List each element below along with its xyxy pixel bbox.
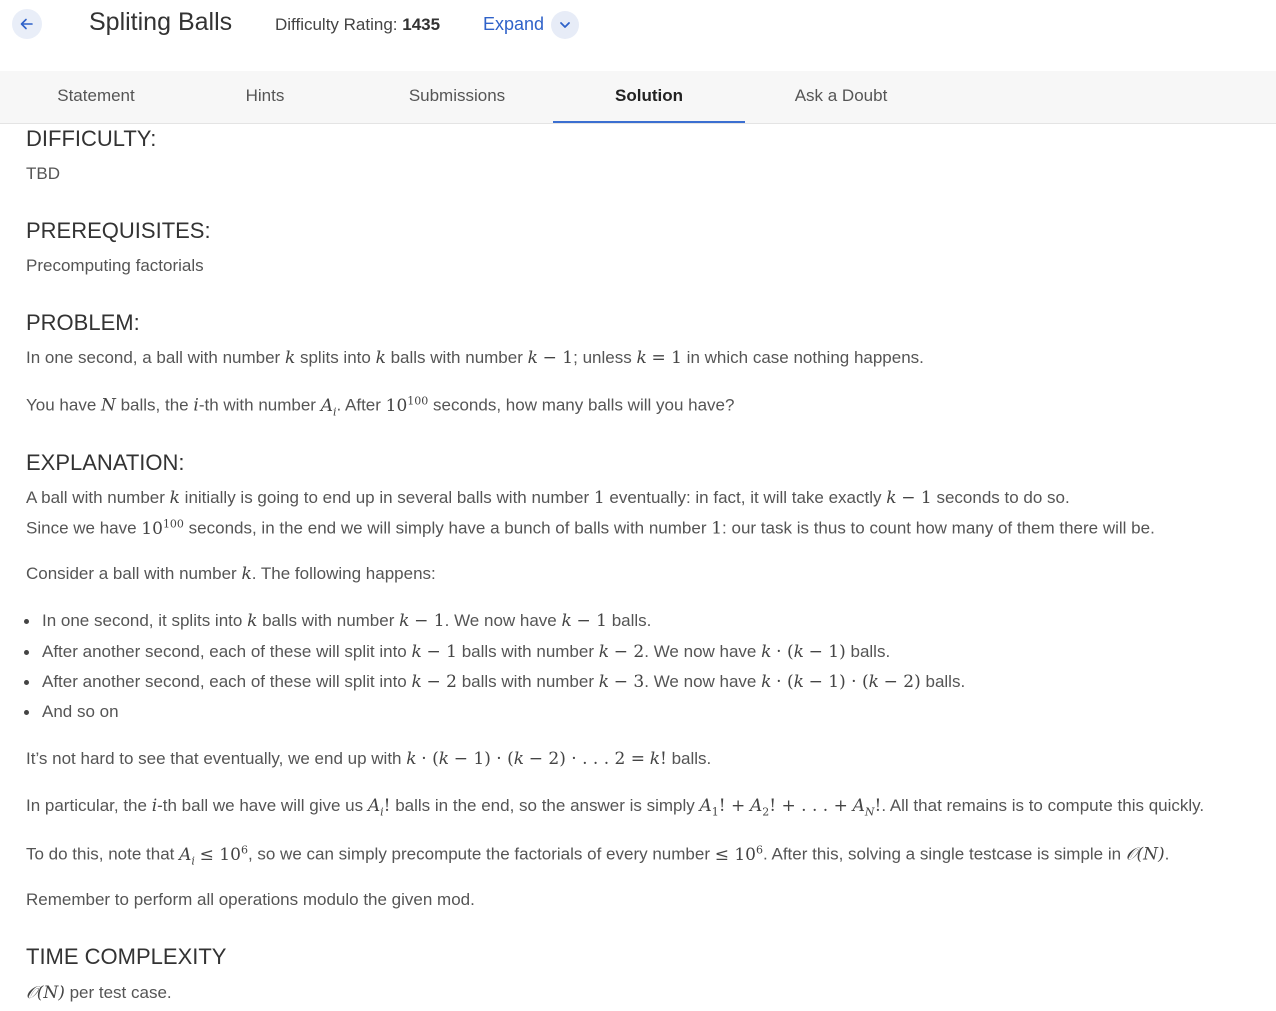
problem-heading: PROBLEM: — [26, 310, 140, 335]
difficulty-heading: DIFFICULTY: — [26, 126, 157, 151]
top-bar: Spliting Balls Difficulty Rating: 1435 E… — [0, 0, 1276, 52]
expand-button[interactable] — [551, 11, 579, 39]
time-complexity-heading: TIME COMPLEXITY — [26, 944, 227, 969]
problem-paragraph-2: You have N balls, the i-th with number A… — [26, 394, 735, 419]
tab-hints[interactable]: Hints — [169, 71, 361, 121]
problem-paragraph-1: In one second, a ball with number k spli… — [26, 348, 924, 368]
list-item: And so on — [42, 702, 119, 721]
bullet-marker — [24, 680, 29, 685]
back-button[interactable] — [12, 9, 42, 39]
explanation-heading: EXPLANATION: — [26, 450, 185, 475]
tab-submissions[interactable]: Submissions — [361, 71, 553, 121]
list-item: After another second, each of these will… — [42, 672, 966, 692]
page-title: Spliting Balls — [89, 8, 233, 36]
expand-link[interactable]: Expand — [483, 14, 544, 35]
explanation-line-1: A ball with number k initially is going … — [26, 488, 1070, 508]
tab-ask-a-doubt[interactable]: Ask a Doubt — [745, 71, 937, 121]
time-complexity-text: 𝒪(N) per test case. — [26, 983, 172, 1003]
explanation-eventually: It’s not hard to see that eventually, we… — [26, 749, 712, 769]
explanation-remember: Remember to perform all operations modul… — [26, 890, 475, 909]
bullet-marker — [24, 650, 29, 655]
chevron-down-icon — [560, 22, 570, 28]
prerequisites-heading: PREREQUISITES: — [26, 218, 211, 243]
tab-solution[interactable]: Solution — [553, 71, 745, 123]
tab-statement[interactable]: Statement — [0, 71, 192, 121]
prerequisites-text: Precomputing factorials — [26, 256, 204, 275]
explanation-line-2: Since we have 10100 seconds, in the end … — [26, 517, 1155, 539]
explanation-answer: In particular, the i-th ball we have wil… — [26, 796, 1205, 819]
bullet-marker — [24, 619, 29, 624]
bullet-marker — [24, 710, 29, 715]
rating-label: Difficulty Rating: — [275, 15, 398, 34]
difficulty-rating: Difficulty Rating: 1435 — [275, 15, 440, 35]
explanation-consider: Consider a ball with number k. The follo… — [26, 564, 436, 584]
rating-value: 1435 — [402, 15, 441, 34]
list-item: In one second, it splits into k balls wi… — [42, 611, 652, 631]
tab-bar: Statement Hints Submissions Solution Ask… — [0, 71, 1276, 124]
explanation-precompute: To do this, note that Ai ≤ 106, so we ca… — [26, 843, 1170, 868]
difficulty-text: TBD — [26, 164, 60, 183]
list-item: After another second, each of these will… — [42, 642, 891, 662]
arrow-left-icon — [20, 18, 33, 30]
